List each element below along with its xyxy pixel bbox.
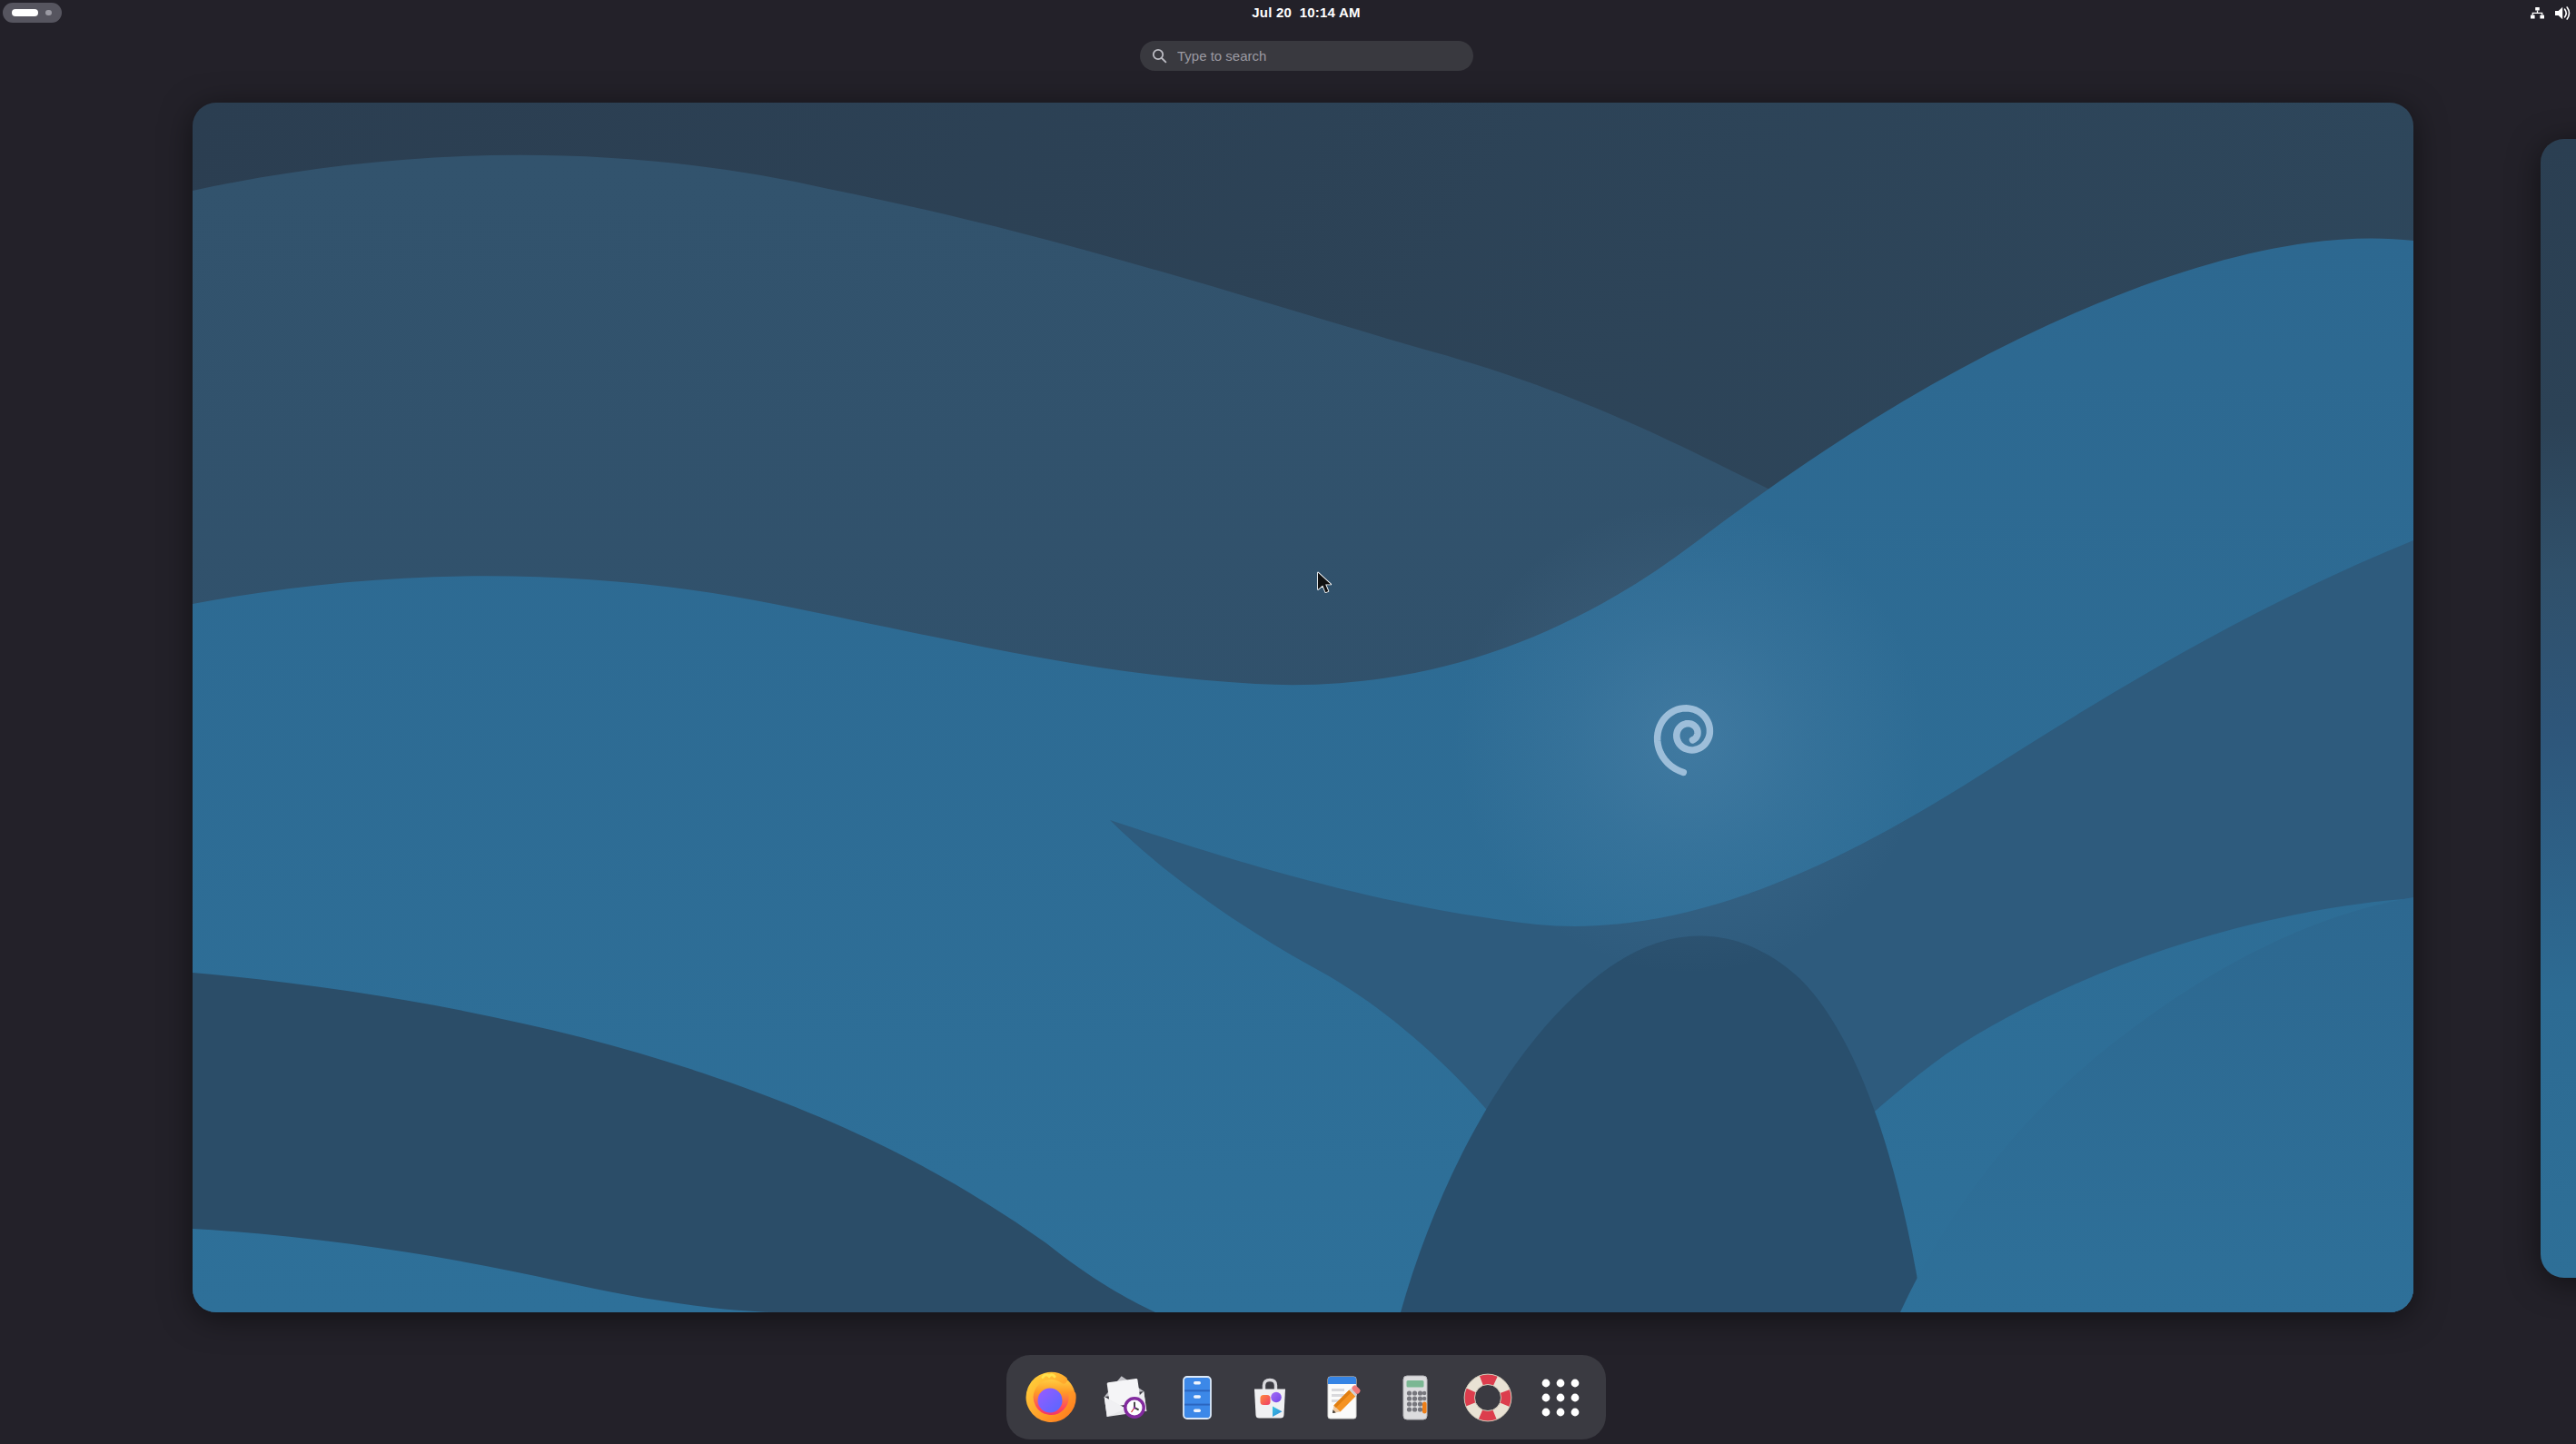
search-bar[interactable] (1140, 41, 1473, 71)
software-store-icon (1243, 1370, 1297, 1425)
dock-item-evolution[interactable] (1095, 1369, 1154, 1427)
gnome-activities-overview: Jul 20 10:14 AM (0, 0, 2576, 1444)
dock-item-calculator[interactable] (1386, 1369, 1444, 1427)
dock-item-software[interactable] (1241, 1369, 1299, 1427)
workspace-preview-1[interactable] (193, 103, 2413, 1312)
search-input[interactable] (1140, 41, 1473, 71)
clock[interactable]: Jul 20 10:14 AM (1252, 3, 1360, 23)
text-editor-icon (1315, 1370, 1370, 1425)
dock-item-files[interactable] (1168, 1369, 1226, 1427)
firefox-icon (1025, 1370, 1079, 1425)
dock (1006, 1355, 1606, 1439)
files-icon (1170, 1370, 1224, 1425)
debian-wallpaper (193, 103, 2413, 1312)
app-grid-icon (1533, 1370, 1588, 1425)
dock-item-text-editor[interactable] (1313, 1369, 1372, 1427)
top-bar: Jul 20 10:14 AM (0, 0, 2576, 25)
workspace-indicator-active (12, 9, 38, 16)
dock-item-help[interactable] (1459, 1369, 1517, 1427)
workspace-preview-2[interactable] (2541, 139, 2576, 1278)
dock-item-show-apps[interactable] (1531, 1369, 1590, 1427)
help-lifebuoy-icon (1461, 1370, 1515, 1425)
workspace-indicator-dot (45, 10, 51, 15)
dock-item-firefox[interactable] (1023, 1369, 1081, 1427)
workspace-indicator[interactable] (3, 3, 62, 23)
calculator-icon (1388, 1370, 1442, 1425)
network-wired-icon[interactable] (2531, 0, 2544, 25)
evolution-mail-icon (1097, 1370, 1152, 1425)
mouse-cursor (1316, 571, 1338, 595)
volume-icon[interactable] (2555, 0, 2571, 25)
